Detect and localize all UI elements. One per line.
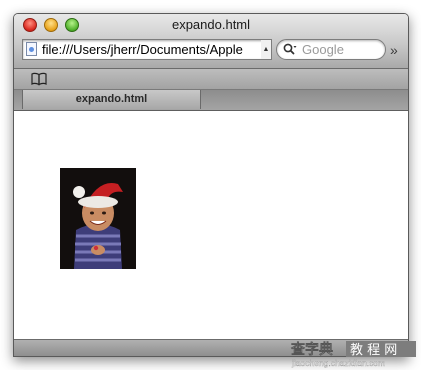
svg-text:jiaocheng.chazidian.com: jiaocheng.chazidian.com [291, 358, 385, 368]
chevron-double-right-icon[interactable]: » [390, 42, 398, 58]
title-bar: expando.html file:///Users/jherr/Documen… [14, 14, 408, 69]
address-bar[interactable]: file:///Users/jherr/Documents/Apple ▲ [22, 39, 272, 60]
watermark-logo: 查字典 教 程 网 jiaocheng.chazidian.com [291, 341, 416, 368]
tab-expando[interactable]: expando.html [22, 90, 201, 109]
search-field[interactable] [276, 39, 386, 60]
bookmarks-bar [14, 69, 408, 90]
search-icon[interactable] [283, 43, 297, 56]
bookmarks-book-icon[interactable] [30, 72, 48, 86]
tab-label: expando.html [75, 93, 148, 105]
svg-text:查字典: 查字典 [291, 341, 333, 358]
search-input[interactable] [302, 42, 380, 57]
browser-window: expando.html file:///Users/jherr/Documen… [13, 13, 409, 357]
child-photo-image [60, 168, 136, 269]
page-icon [26, 42, 37, 56]
window-title: expando.html [171, 17, 251, 32]
svg-text:教 程 网: 教 程 网 [350, 342, 397, 358]
chevron-down-icon[interactable]: ▲ [261, 40, 271, 59]
address-bar-url[interactable]: file:///Users/jherr/Documents/Apple [42, 41, 262, 58]
child-photo[interactable] [60, 168, 136, 269]
tab-bar: expando.html [14, 90, 408, 111]
page-content [14, 111, 408, 339]
